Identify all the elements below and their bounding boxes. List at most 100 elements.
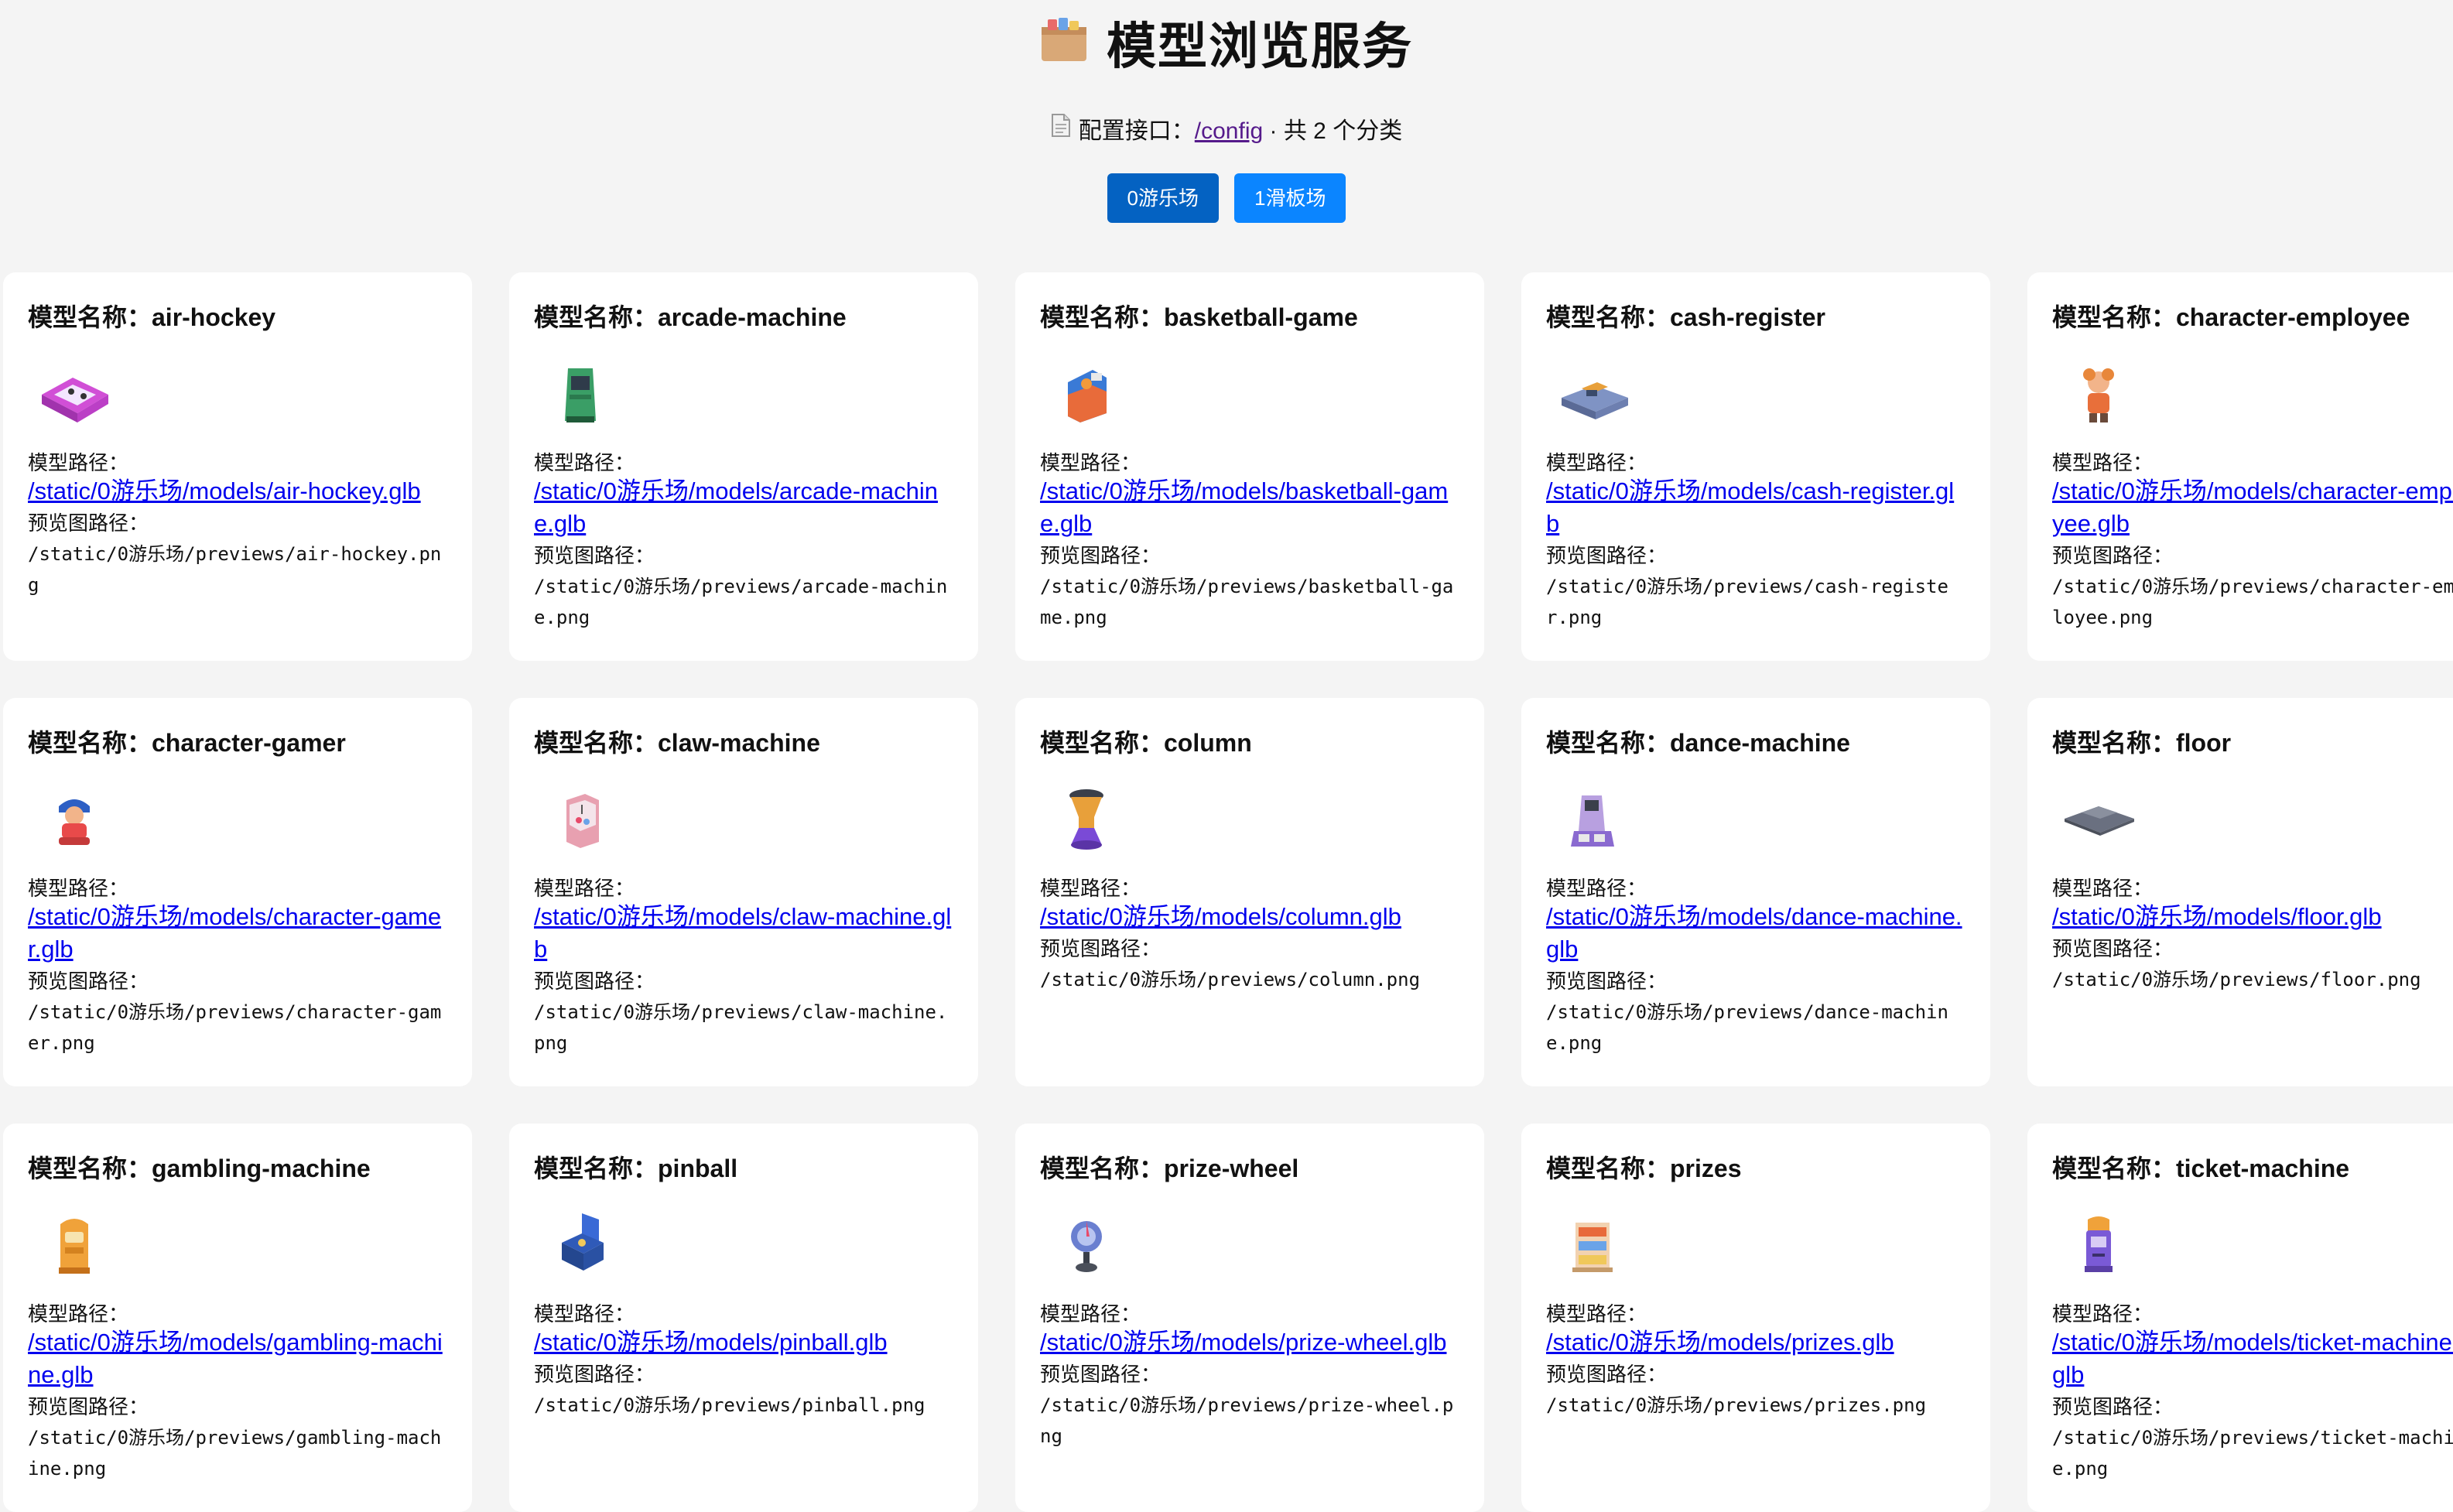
model-path-link[interactable]: /static/0游乐场/models/pinball.glb <box>534 1326 953 1359</box>
tab-1-skatepark[interactable]: 1滑板场 <box>1234 173 1346 223</box>
model-name: 模型名称：arcade-machine <box>534 303 847 331</box>
model-card: 模型名称：character-gamer 模型路径： /static/0游乐场/… <box>3 698 472 1086</box>
model-path-link[interactable]: /static/0游乐场/models/gambling-machine.glb <box>28 1326 447 1391</box>
model-card: 模型名称：pinball 模型路径： /static/0游乐场/models/p… <box>509 1124 978 1512</box>
column-icon <box>1069 789 1103 850</box>
model-card: 模型名称：air-hockey 模型路径： /static/0游乐场/model… <box>3 272 472 661</box>
prize-wheel-icon <box>1071 1221 1102 1272</box>
preview-path: /static/0游乐场/previews/gambling-machine.p… <box>28 1427 442 1480</box>
model-card: 模型名称：gambling-machine 模型路径： /static/0游乐场… <box>3 1124 472 1512</box>
model-path-label: 模型路径： <box>1546 877 1647 900</box>
model-path-label: 模型路径： <box>2052 877 2154 900</box>
model-path-link[interactable]: /static/0游乐场/models/cash-register.glb <box>1546 475 1965 540</box>
model-path-link[interactable]: /static/0游乐场/models/dance-machine.glb <box>1546 901 1965 966</box>
preview-path: /static/0游乐场/previews/floor.png <box>2052 969 2421 990</box>
preview-path-label: 预览图路径： <box>1546 970 1668 993</box>
model-path-link[interactable]: /static/0游乐场/models/floor.glb <box>2052 901 2453 933</box>
model-name: 模型名称：dance-machine <box>1546 729 1850 757</box>
preview-path: /static/0游乐场/previews/arcade-machine.png <box>534 576 948 628</box>
model-path-link[interactable]: /static/0游乐场/models/character-employee.g… <box>2052 475 2453 540</box>
preview-path: /static/0游乐场/previews/character-employee… <box>2052 576 2453 628</box>
model-name: 模型名称：prizes <box>1546 1155 1742 1182</box>
model-name: 模型名称：ticket-machine <box>2052 1155 2350 1182</box>
model-path-link[interactable]: /static/0游乐场/models/claw-machine.glb <box>534 901 953 966</box>
model-card: 模型名称：column 模型路径： /static/0游乐场/models/co… <box>1015 698 1484 1086</box>
preview-path: /static/0游乐场/previews/character-gamer.pn… <box>28 1001 442 1054</box>
model-path-link[interactable]: /static/0游乐场/models/ticket-machine.glb <box>2052 1326 2453 1391</box>
preview-path-label: 预览图路径： <box>534 970 655 993</box>
basketball-game-icon <box>1068 370 1107 422</box>
air-hockey-icon <box>42 378 108 422</box>
gambling-machine-icon <box>59 1219 90 1274</box>
model-card: 模型名称：arcade-machine 模型路径： /static/0游乐场/m… <box>509 272 978 661</box>
model-path-link[interactable]: /static/0游乐场/models/arcade-machine.glb <box>534 475 953 540</box>
model-name: 模型名称：character-gamer <box>28 729 346 757</box>
model-path-label: 模型路径： <box>1040 877 1141 900</box>
preview-path: /static/0游乐场/previews/basketball-game.pn… <box>1040 576 1454 628</box>
model-name: 模型名称：prize-wheel <box>1040 1155 1299 1182</box>
model-card: 模型名称：prizes 模型路径： /static/0游乐场/models/pr… <box>1521 1124 1990 1512</box>
preview-path-label: 预览图路径： <box>28 970 149 993</box>
prizes-icon <box>1572 1223 1613 1272</box>
model-path-label: 模型路径： <box>1546 451 1647 474</box>
model-card: 模型名称：ticket-machine 模型路径： /static/0游乐场/m… <box>2027 1124 2453 1512</box>
model-path-label: 模型路径： <box>1040 1302 1141 1326</box>
model-name: 模型名称：gambling-machine <box>28 1155 371 1182</box>
model-path-link[interactable]: /static/0游乐场/models/prize-wheel.glb <box>1040 1326 1459 1359</box>
preview-path-label: 预览图路径： <box>534 1363 655 1386</box>
model-path-link[interactable]: /static/0游乐场/models/prizes.glb <box>1546 1326 1965 1359</box>
model-card: 模型名称：basketball-game 模型路径： /static/0游乐场/… <box>1015 272 1484 661</box>
preview-path-label: 预览图路径： <box>1040 937 1161 960</box>
page-title: 模型浏览服务 <box>0 15 2453 81</box>
category-tabs: 0游乐场 1滑板场 <box>0 173 2453 223</box>
preview-path-label: 预览图路径： <box>28 511 149 535</box>
page-title-text: 模型浏览服务 <box>1107 19 1413 74</box>
model-path-label: 模型路径： <box>1546 1302 1647 1326</box>
model-path-label: 模型路径： <box>534 1302 635 1326</box>
model-name: 模型名称：pinball <box>534 1155 738 1182</box>
model-name: 模型名称：cash-register <box>1546 303 1825 331</box>
model-name: 模型名称：column <box>1040 729 1252 757</box>
model-path-label: 模型路径： <box>28 451 129 474</box>
preview-path: /static/0游乐场/previews/column.png <box>1040 969 1421 990</box>
preview-path: /static/0游乐场/previews/cash-register.png <box>1546 576 1948 628</box>
config-link[interactable]: /config <box>1195 118 1263 144</box>
preview-path: /static/0游乐场/previews/prizes.png <box>1546 1394 1927 1416</box>
pinball-icon <box>562 1213 604 1271</box>
model-name: 模型名称：air-hockey <box>28 303 276 331</box>
preview-path-label: 预览图路径： <box>1546 1363 1668 1386</box>
subtitle: 配置接口：/config · 共 2 个分类 <box>0 113 2453 150</box>
ticket-machine-icon <box>2085 1216 2113 1272</box>
model-card: 模型名称：claw-machine 模型路径： /static/0游乐场/mod… <box>509 698 978 1086</box>
model-card: 模型名称：character-employee 模型路径： /static/0游… <box>2027 272 2453 661</box>
model-path-link[interactable]: /static/0游乐场/models/character-gamer.glb <box>28 901 447 966</box>
preview-path: /static/0游乐场/previews/air-hockey.png <box>28 543 442 596</box>
model-path-label: 模型路径： <box>534 451 635 474</box>
preview-path: /static/0游乐场/previews/prize-wheel.png <box>1040 1394 1454 1447</box>
preview-path-label: 预览图路径： <box>2052 937 2174 960</box>
claw-machine-icon <box>566 794 599 848</box>
arcade-machine-icon <box>565 368 596 422</box>
preview-path-label: 预览图路径： <box>1546 544 1668 567</box>
preview-path-label: 预览图路径： <box>28 1395 149 1418</box>
model-path-link[interactable]: /static/0游乐场/models/basketball-game.glb <box>1040 475 1459 540</box>
preview-path: /static/0游乐场/previews/dance-machine.png <box>1546 1001 1948 1054</box>
tab-0-amusement-park[interactable]: 0游乐场 <box>1107 173 1219 223</box>
model-path-label: 模型路径： <box>1040 451 1141 474</box>
model-path-link[interactable]: /static/0游乐场/models/column.glb <box>1040 901 1459 933</box>
model-card: 模型名称：prize-wheel 模型路径： /static/0游乐场/mode… <box>1015 1124 1484 1512</box>
preview-path-label: 预览图路径： <box>1040 544 1161 567</box>
preview-path-label: 预览图路径： <box>1040 1363 1161 1386</box>
preview-path-label: 预览图路径： <box>2052 1395 2174 1418</box>
character-gamer-icon <box>59 799 90 845</box>
model-path-link[interactable]: /static/0游乐场/models/air-hockey.glb <box>28 475 447 508</box>
model-name: 模型名称：character-employee <box>2052 303 2410 331</box>
cash-register-icon <box>1562 382 1628 419</box>
model-path-label: 模型路径： <box>534 877 635 900</box>
preview-path-label: 预览图路径： <box>2052 544 2174 567</box>
model-name: 模型名称：claw-machine <box>534 729 820 757</box>
preview-path: /static/0游乐场/previews/ticket-machine.png <box>2052 1427 2453 1480</box>
character-employee-icon <box>2083 368 2114 422</box>
box-icon <box>1040 15 1088 77</box>
model-name: 模型名称：floor <box>2052 729 2232 757</box>
